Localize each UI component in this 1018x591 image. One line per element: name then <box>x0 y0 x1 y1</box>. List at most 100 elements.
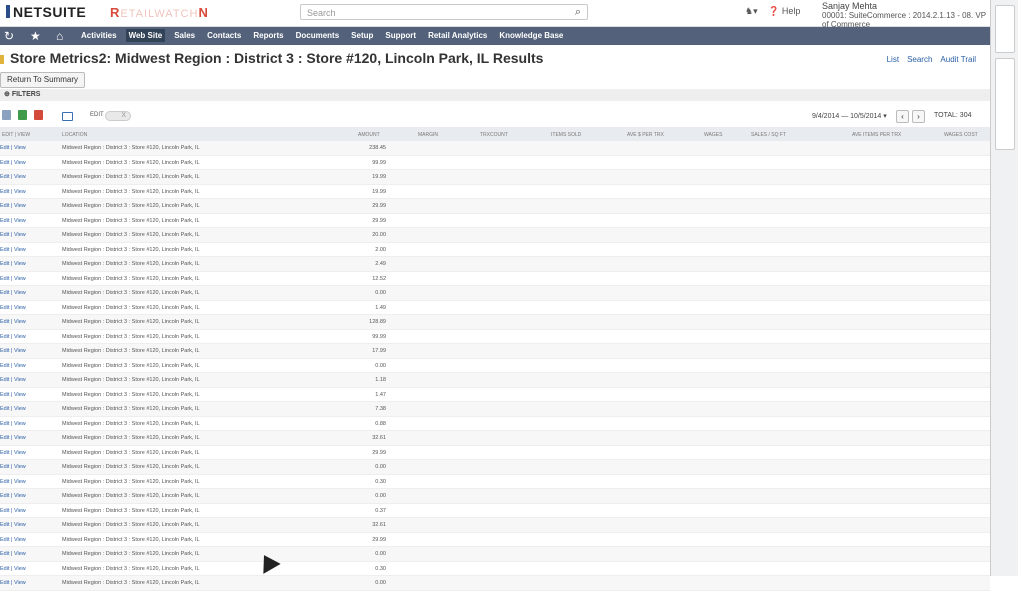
edit-view-link[interactable]: Edit | View <box>0 363 26 369</box>
table-header: EDIT | VIEW LOCATION AMOUNT MARGIN TRXCO… <box>0 127 990 141</box>
recent-icon[interactable]: ↻ <box>4 29 14 43</box>
location-cell: Midwest Region : District 3 : Store #120… <box>62 304 200 311</box>
export-pdf-icon[interactable] <box>34 110 43 120</box>
record-icon <box>0 55 4 64</box>
amount-cell: 1.18 <box>375 377 386 383</box>
col-ave-items-per-trx[interactable]: AVE ITEMS PER TRX <box>852 132 901 138</box>
edit-view-link[interactable]: Edit | View <box>0 551 26 557</box>
return-to-summary-button[interactable]: Return To Summary <box>0 72 85 88</box>
edit-view-link[interactable]: Edit | View <box>0 218 26 224</box>
edit-view-link[interactable]: Edit | View <box>0 232 26 238</box>
nav-item-setup[interactable]: Setup <box>348 29 376 42</box>
table-row: Edit | View Midwest Region : District 3 :… <box>0 547 990 562</box>
col-wages[interactable]: WAGES <box>704 132 722 138</box>
email-icon[interactable] <box>62 112 73 121</box>
recent-records-icon[interactable]: ♞▾ <box>745 6 758 16</box>
edit-view-link[interactable]: Edit | View <box>0 566 26 572</box>
col-wages-cost[interactable]: WAGES COST <box>944 132 978 138</box>
help-icon[interactable]: ❓ Help <box>768 6 808 16</box>
location-cell: Midwest Region : District 3 : Store #120… <box>62 188 200 195</box>
edit-view-link[interactable]: Edit | View <box>0 537 26 543</box>
nav-item-contacts[interactable]: Contacts <box>204 29 244 42</box>
amount-cell: 0.00 <box>375 551 386 557</box>
search-icon[interactable]: ⌕ <box>575 4 581 20</box>
nav-item-retail-analytics[interactable]: Retail Analytics <box>425 29 490 42</box>
col-items-sold[interactable]: ITEMS SOLD <box>551 132 581 138</box>
filters-toggle[interactable]: ⊕ FILTERS <box>0 89 990 101</box>
nav-item-reports[interactable]: Reports <box>250 29 286 42</box>
next-page-button[interactable]: › <box>912 110 925 123</box>
edit-view-link[interactable]: Edit | View <box>0 290 26 296</box>
global-search-input[interactable]: Search ⌕ <box>300 4 588 20</box>
nav-item-sales[interactable]: Sales <box>171 29 198 42</box>
user-menu[interactable]: Sanjay Mehta 00001: SuiteCommerce : 2014… <box>822 2 990 30</box>
table-row: Edit | View Midwest Region : District 3 :… <box>0 315 990 330</box>
right-scrollbar[interactable] <box>990 0 1018 576</box>
table-row: Edit | View Midwest Region : District 3 :… <box>0 475 990 489</box>
edit-view-link[interactable]: Edit | View <box>0 319 26 325</box>
col-margin[interactable]: MARGIN <box>418 132 438 138</box>
scroll-panel-top[interactable] <box>995 5 1015 53</box>
link-list[interactable]: List <box>887 55 899 64</box>
nav-item-documents[interactable]: Documents <box>293 29 343 42</box>
edit-view-link[interactable]: Edit | View <box>0 450 26 456</box>
col-trxcount[interactable]: TRXCOUNT <box>480 132 508 138</box>
edit-view-link[interactable]: Edit | View <box>0 493 26 499</box>
edit-view-link[interactable]: Edit | View <box>0 406 26 412</box>
edit-view-link[interactable]: Edit | View <box>0 276 26 282</box>
link-audit-trail[interactable]: Audit Trail <box>940 55 976 64</box>
home-icon[interactable]: ⌂ <box>56 29 63 43</box>
edit-view-link[interactable]: Edit | View <box>0 305 26 311</box>
edit-view-link[interactable]: Edit | View <box>0 435 26 441</box>
col-ave-per-trx[interactable]: AVE $ PER TRX <box>627 132 664 138</box>
netsuite-logo[interactable]: NETSUITE <box>6 4 86 20</box>
date-range-select[interactable]: 9/4/2014 — 10/5/2014 ▾ <box>812 112 887 120</box>
edit-view-link[interactable]: Edit | View <box>0 580 26 586</box>
table-row: Edit | View Midwest Region : District 3 :… <box>0 344 990 359</box>
edit-view-link[interactable]: Edit | View <box>0 145 26 151</box>
location-cell: Midwest Region : District 3 : Store #120… <box>62 362 200 369</box>
edit-view-link[interactable]: Edit | View <box>0 508 26 514</box>
amount-cell: 29.99 <box>372 449 386 456</box>
edit-view-link[interactable]: Edit | View <box>0 174 26 180</box>
nav-item-knowledge-base[interactable]: Knowledge Base <box>496 29 566 42</box>
amount-cell: 0.00 <box>375 580 386 586</box>
table-row: Edit | View Midwest Region : District 3 :… <box>0 301 990 315</box>
edit-view-link[interactable]: Edit | View <box>0 464 26 470</box>
export-csv-icon[interactable] <box>18 110 27 120</box>
amount-cell: 2.00 <box>375 246 386 253</box>
edit-view-link[interactable]: Edit | View <box>0 334 26 340</box>
edit-label: EDIT <box>90 112 104 118</box>
edit-view-link[interactable]: Edit | View <box>0 421 26 427</box>
nav-item-support[interactable]: Support <box>382 29 419 42</box>
edit-view-link[interactable]: Edit | View <box>0 203 26 209</box>
location-cell: Midwest Region : District 3 : Store #120… <box>62 464 200 470</box>
results-table: Edit | View Midwest Region : District 3 :… <box>0 141 990 591</box>
brand-logo: RETAILWATCHN <box>110 5 209 20</box>
edit-view-link[interactable]: Edit | View <box>0 348 26 354</box>
table-row: Edit | View Midwest Region : District 3 :… <box>0 185 990 199</box>
edit-view-link[interactable]: Edit | View <box>0 377 26 383</box>
edit-view-link[interactable]: Edit | View <box>0 247 26 253</box>
nav-item-web-site[interactable]: Web Site <box>125 29 166 42</box>
edit-toggle[interactable]: X <box>105 111 131 121</box>
col-amount[interactable]: AMOUNT <box>358 132 380 138</box>
edit-view-link[interactable]: Edit | View <box>0 522 26 528</box>
col-location[interactable]: LOCATION <box>62 132 87 138</box>
edit-view-link[interactable]: Edit | View <box>0 160 26 166</box>
nav-item-activities[interactable]: Activities <box>78 29 120 42</box>
location-cell: Midwest Region : District 3 : Store #120… <box>62 522 200 528</box>
col-sales-sq-ft[interactable]: SALES / SQ FT <box>751 132 786 138</box>
print-icon[interactable] <box>2 110 11 120</box>
table-row: Edit | View Midwest Region : District 3 :… <box>0 257 990 272</box>
prev-page-button[interactable]: ‹ <box>896 110 909 123</box>
link-search[interactable]: Search <box>907 55 932 64</box>
col-edit-view[interactable]: EDIT | VIEW <box>2 132 30 138</box>
edit-view-link[interactable]: Edit | View <box>0 392 26 398</box>
edit-view-link[interactable]: Edit | View <box>0 189 26 195</box>
edit-view-link[interactable]: Edit | View <box>0 261 26 267</box>
edit-view-link[interactable]: Edit | View <box>0 479 26 485</box>
scroll-panel-mid[interactable] <box>995 58 1015 150</box>
location-cell: Midwest Region : District 3 : Store #120… <box>62 565 200 572</box>
favorites-star-icon[interactable]: ★ <box>30 29 41 43</box>
